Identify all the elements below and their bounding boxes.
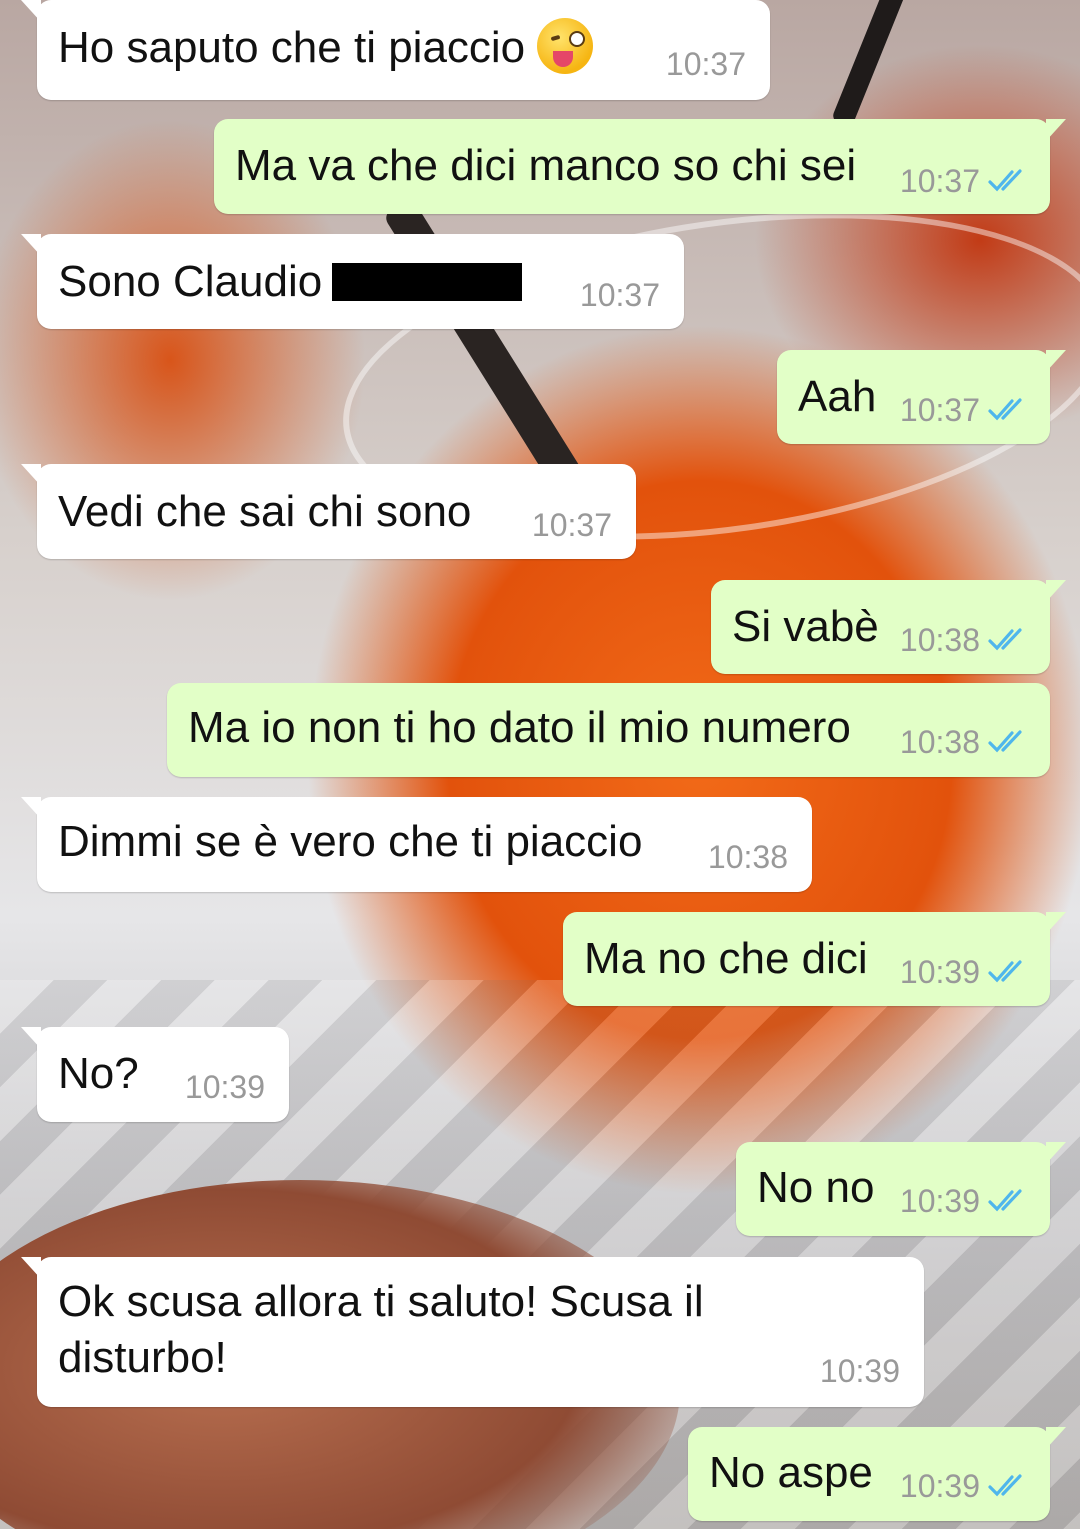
message-time: 10:39 xyxy=(899,1468,980,1504)
message-bubble-outgoing[interactable]: Aah 10:37 xyxy=(777,350,1066,444)
message-time: 10:38 xyxy=(899,724,980,760)
message-time: 10:37 xyxy=(665,46,746,82)
message-bubble-incoming[interactable]: Sono Claudio 10:37 xyxy=(21,234,684,329)
message-time: 10:39 xyxy=(899,1183,980,1219)
message-bubble-incoming[interactable]: Dimmi se è vero che ti piaccio 10:38 xyxy=(21,797,812,892)
message-text: No aspe xyxy=(709,1448,873,1497)
double-check-icon xyxy=(988,960,1022,983)
message-meta: 10:37 xyxy=(532,507,612,543)
message-bubble-outgoing[interactable]: Si vabè 10:38 xyxy=(711,580,1066,674)
message-text: Dimmi se è vero che ti piaccio xyxy=(58,817,643,866)
message-meta: 10:37 xyxy=(666,46,746,82)
message-meta: 10:38 xyxy=(900,724,1030,760)
message-bubble-outgoing[interactable]: Ma io non ti ho dato il mio numero 10:38 xyxy=(167,683,1050,777)
double-check-icon xyxy=(988,628,1022,651)
message-meta: 10:39 xyxy=(900,1468,1030,1504)
message-bubble-outgoing[interactable]: Ma va che dici manco so chi sei 10:37 xyxy=(214,119,1066,214)
message-text: Vedi che sai chi sono xyxy=(58,487,472,536)
message-bubble-incoming[interactable]: Ok scusa allora ti saluto! Scusa il dist… xyxy=(21,1257,924,1407)
message-bubble-incoming[interactable]: Vedi che sai chi sono 10:37 xyxy=(21,464,636,559)
redaction-bar xyxy=(332,263,523,302)
message-text: Si vabè xyxy=(732,602,879,651)
message-meta: 10:38 xyxy=(900,622,1030,658)
message-meta: 10:39 xyxy=(820,1353,900,1389)
message-bubble-incoming[interactable]: Ho saputo che ti piaccio 10:37 xyxy=(21,0,770,100)
message-text: Ho saputo che ti piaccio xyxy=(58,18,594,78)
message-meta: 10:37 xyxy=(580,277,660,313)
message-meta: 10:39 xyxy=(185,1069,265,1105)
message-time: 10:37 xyxy=(899,392,980,428)
winking-face-with-tongue-emoji xyxy=(537,18,594,75)
message-bubble-outgoing[interactable]: No aspe 10:39 xyxy=(688,1427,1066,1521)
message-time: 10:39 xyxy=(899,954,980,990)
message-bubble-incoming[interactable]: No? 10:39 xyxy=(21,1027,289,1122)
double-check-icon xyxy=(988,1474,1022,1497)
message-bubble-outgoing[interactable]: No no 10:39 xyxy=(736,1142,1066,1236)
double-check-icon xyxy=(988,169,1022,192)
message-text: Ma va che dici manco so chi sei xyxy=(235,141,857,190)
message-time: 10:38 xyxy=(707,839,788,875)
double-check-icon xyxy=(988,730,1022,753)
message-time: 10:38 xyxy=(899,622,980,658)
message-meta: 10:39 xyxy=(900,1183,1030,1219)
message-text: Sono Claudio xyxy=(58,254,523,310)
message-text: Ma no che dici xyxy=(584,934,868,983)
message-meta: 10:39 xyxy=(900,954,1030,990)
message-time: 10:39 xyxy=(819,1353,900,1389)
message-text: Aah xyxy=(798,372,877,421)
message-bubble-outgoing[interactable]: Ma no che dici 10:39 xyxy=(563,912,1066,1006)
message-text: No? xyxy=(58,1049,139,1098)
message-text: Ma io non ti ho dato il mio numero xyxy=(188,703,851,752)
message-time: 10:37 xyxy=(579,277,660,313)
message-text: No no xyxy=(757,1163,875,1212)
message-text: Ok scusa allora ti saluto! Scusa il dist… xyxy=(58,1277,704,1382)
message-list[interactable]: Ho saputo che ti piaccio 10:37 Ma va che… xyxy=(0,0,1080,1529)
message-time: 10:37 xyxy=(899,163,980,199)
double-check-icon xyxy=(988,398,1022,421)
message-time: 10:39 xyxy=(184,1069,265,1105)
message-meta: 10:37 xyxy=(900,392,1030,428)
message-meta: 10:38 xyxy=(708,839,788,875)
message-time: 10:37 xyxy=(531,507,612,543)
message-meta: 10:37 xyxy=(900,163,1030,199)
double-check-icon xyxy=(988,1189,1022,1212)
